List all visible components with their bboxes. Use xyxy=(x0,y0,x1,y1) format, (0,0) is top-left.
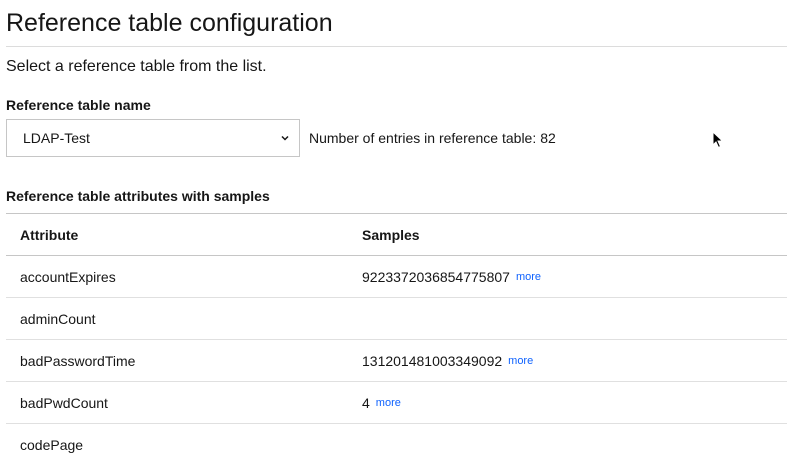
table-header-row: Attribute Samples xyxy=(6,214,787,256)
table-row: badPasswordTime 131201481003349092 more xyxy=(6,340,787,382)
table-row: codePage xyxy=(6,424,787,457)
attribute-cell: badPasswordTime xyxy=(20,352,136,369)
chevron-down-icon xyxy=(280,133,290,143)
reference-table-select[interactable]: LDAP-Test xyxy=(6,119,300,157)
entries-count-text: Number of entries in reference table: 82 xyxy=(309,130,556,146)
attributes-section-label: Reference table attributes with samples xyxy=(6,188,270,204)
sample-value: 9223372036854775807 xyxy=(362,268,510,285)
sample-value: 4 xyxy=(362,394,370,411)
more-link[interactable]: more xyxy=(376,397,401,409)
sample-cell: 131201481003349092 more xyxy=(362,353,787,369)
sample-cell: 9223372036854775807 more xyxy=(362,269,787,285)
sample-value: 131201481003349092 xyxy=(362,352,503,369)
mouse-cursor-icon xyxy=(712,130,724,149)
attribute-cell: codePage xyxy=(20,436,84,453)
table-row: accountExpires 9223372036854775807 more xyxy=(6,256,787,298)
select-row: LDAP-Test Number of entries in reference… xyxy=(6,119,787,157)
more-link[interactable]: more xyxy=(508,355,533,367)
reference-table-selected-value: LDAP-Test xyxy=(23,130,90,146)
page-title: Reference table configuration xyxy=(6,9,333,37)
column-header-samples: Samples xyxy=(362,226,420,243)
title-divider xyxy=(6,46,787,47)
page: Reference table configuration Select a r… xyxy=(0,0,787,457)
attribute-cell: badPwdCount xyxy=(20,394,108,411)
attribute-cell: adminCount xyxy=(20,310,96,327)
entries-label: Number of entries in reference table: xyxy=(309,130,537,146)
table-row: adminCount xyxy=(6,298,787,340)
reference-table-name-label: Reference table name xyxy=(6,97,151,113)
more-link[interactable]: more xyxy=(516,271,541,283)
attributes-table: Attribute Samples accountExpires 9223372… xyxy=(6,213,787,457)
column-header-attribute: Attribute xyxy=(20,226,79,243)
sample-cell: 4 more xyxy=(362,395,787,411)
attribute-cell: accountExpires xyxy=(20,268,116,285)
entries-count: 82 xyxy=(540,130,556,146)
table-row: badPwdCount 4 more xyxy=(6,382,787,424)
instruction-text: Select a reference table from the list. xyxy=(6,58,267,75)
